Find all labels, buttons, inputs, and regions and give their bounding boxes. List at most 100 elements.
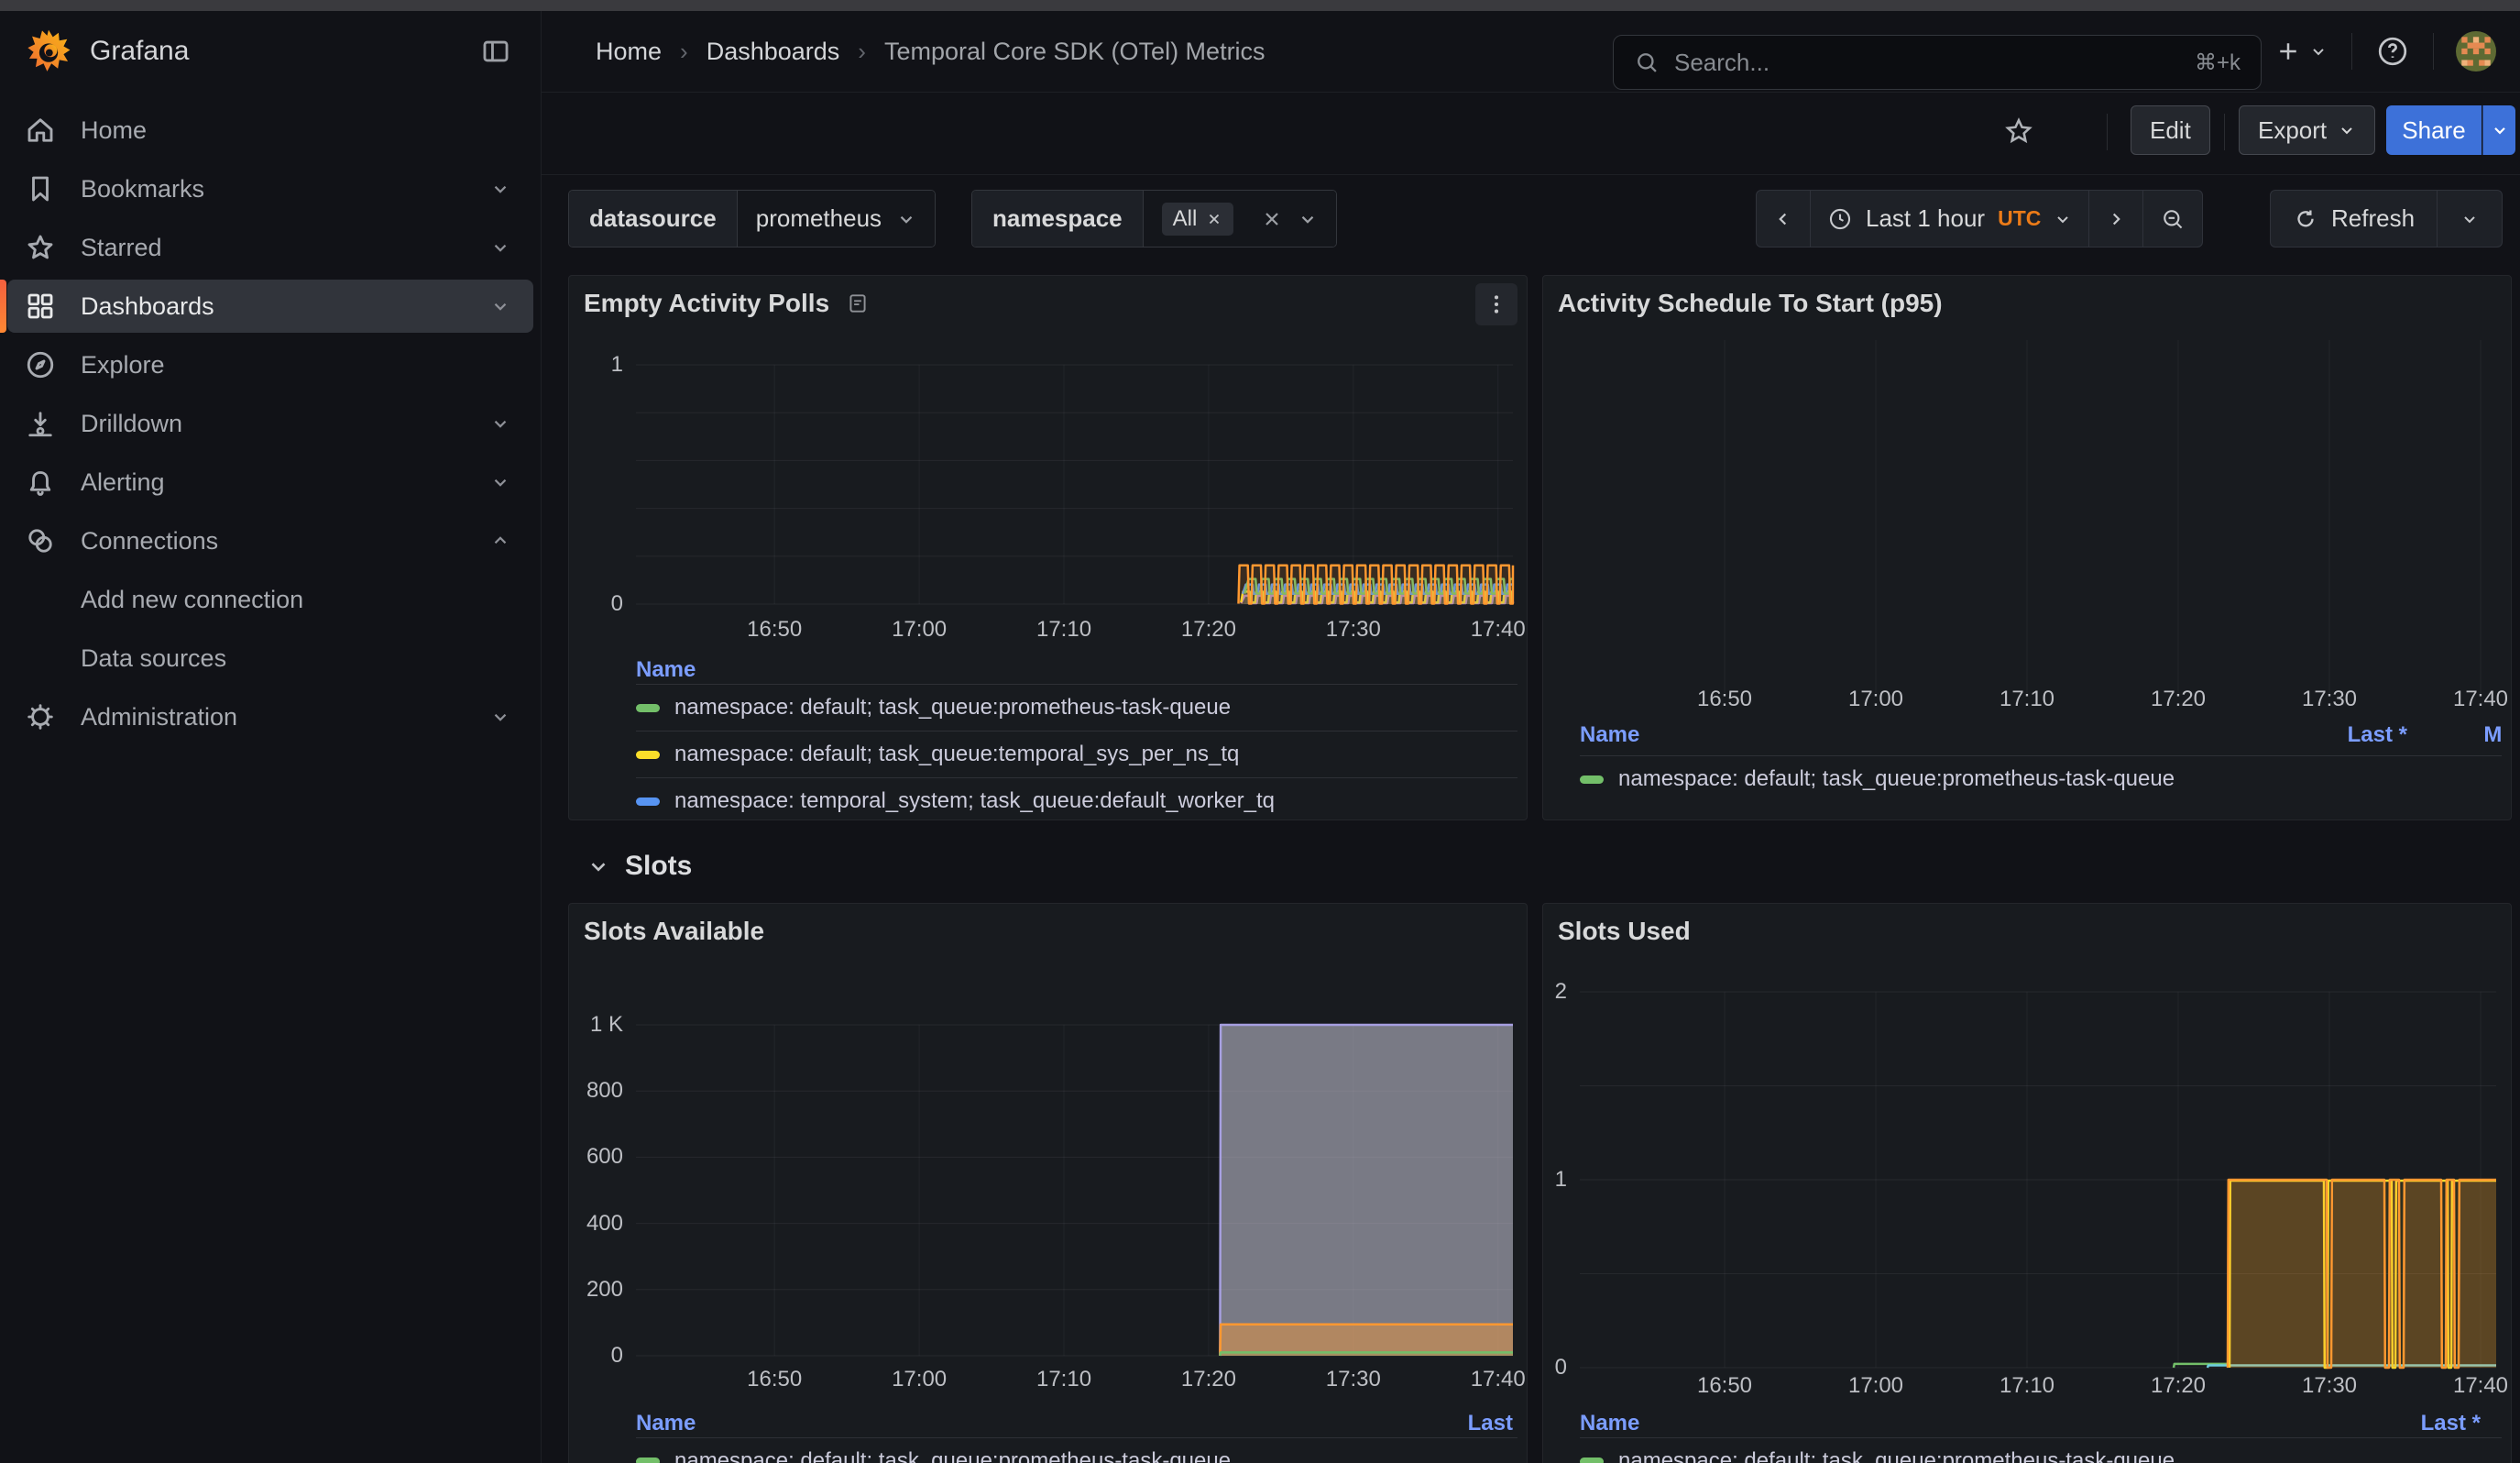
refresh-interval-button[interactable] bbox=[2438, 191, 2502, 247]
x-axis-tick: 17:20 bbox=[2128, 1373, 2229, 1399]
row-slots[interactable]: Slots bbox=[586, 851, 692, 882]
chevron-right-icon bbox=[2106, 209, 2126, 229]
share-menu-button[interactable] bbox=[2482, 105, 2515, 155]
sidebar-item-home[interactable]: Home bbox=[0, 101, 541, 160]
row-title: Slots bbox=[625, 851, 692, 882]
legend-row[interactable]: namespace: default; task_queue:temporal_… bbox=[636, 731, 1517, 777]
panel-title[interactable]: Slots Used bbox=[1558, 917, 1691, 946]
breadcrumb-item-dashboards[interactable]: Dashboards bbox=[707, 38, 840, 66]
top-navigation: Grafana Home›Dashboards›Temporal Core SD… bbox=[0, 11, 2520, 93]
legend-header-name[interactable]: Name bbox=[636, 657, 696, 683]
sidebar-item-label: Data sources bbox=[81, 644, 226, 673]
datasource-select[interactable]: prometheus bbox=[738, 191, 935, 247]
chart-canvas[interactable] bbox=[1580, 340, 2496, 693]
help-icon[interactable] bbox=[2376, 35, 2409, 68]
sidebar-item-label: Home bbox=[81, 116, 147, 145]
chevron-down-icon[interactable] bbox=[490, 472, 510, 492]
x-axis-tick: 17:00 bbox=[1825, 1373, 1926, 1399]
series-name: namespace: default; task_queue:temporal_… bbox=[674, 742, 1239, 767]
x-axis-tick: 17:20 bbox=[2128, 687, 2229, 712]
time-shift-forward-button[interactable] bbox=[2089, 191, 2143, 247]
x-axis-tick: 17:00 bbox=[1825, 687, 1926, 712]
sidebar-item-connections[interactable]: Connections bbox=[0, 512, 541, 570]
legend-header-name[interactable]: Name bbox=[636, 1411, 696, 1436]
series-color-pill bbox=[1580, 1458, 1604, 1463]
user-avatar[interactable] bbox=[2456, 31, 2496, 72]
sidebar-item-bookmarks[interactable]: Bookmarks bbox=[0, 160, 541, 218]
y-axis-tick: 1 K bbox=[568, 1012, 623, 1038]
legend-row[interactable]: namespace: default; task_queue:prometheu… bbox=[1580, 1437, 2502, 1463]
top-actions bbox=[2274, 11, 2520, 92]
sidebar-item-data-sources[interactable]: Data sources bbox=[0, 629, 541, 688]
legend-row[interactable]: namespace: default; task_queue:prometheu… bbox=[636, 684, 1517, 731]
legend-row[interactable]: namespace: temporal_system; task_queue:d… bbox=[636, 777, 1517, 820]
bookmark-icon bbox=[24, 172, 57, 205]
legend-header-last[interactable]: Last * bbox=[1381, 1411, 1517, 1436]
x-axis-tick: 17:20 bbox=[1158, 617, 1259, 643]
legend-row[interactable]: namespace: default; task_queue:prometheu… bbox=[636, 1437, 1517, 1463]
grafana-logo-icon[interactable] bbox=[26, 28, 71, 74]
search-input[interactable] bbox=[1672, 48, 2195, 78]
chevron-down-icon bbox=[2309, 42, 2328, 60]
sidebar-item-dashboards[interactable]: Dashboards bbox=[0, 277, 541, 336]
sidebar-item-starred[interactable]: Starred bbox=[0, 218, 541, 277]
add-new-button[interactable] bbox=[2274, 38, 2328, 65]
edit-button[interactable]: Edit bbox=[2131, 105, 2210, 155]
y-axis-tick: 1 bbox=[1542, 1167, 1567, 1193]
chevron-down-icon[interactable] bbox=[490, 707, 510, 727]
chevron-down-icon[interactable] bbox=[490, 413, 510, 434]
panel-title[interactable]: Empty Activity Polls bbox=[584, 289, 829, 318]
time-zoom-out-button[interactable] bbox=[2143, 191, 2202, 247]
series-name: namespace: default; task_queue:prometheu… bbox=[674, 695, 1231, 720]
section-chevron-icon bbox=[586, 854, 610, 878]
namespace-value-pill[interactable]: All bbox=[1162, 203, 1234, 236]
compass-icon bbox=[24, 348, 57, 381]
sidebar-item-drilldown[interactable]: Drilldown bbox=[0, 394, 541, 453]
search-icon bbox=[1634, 50, 1660, 75]
legend: Name Last *namespace: default; task_queue… bbox=[636, 1410, 1517, 1463]
search-bar[interactable]: ⌘+k bbox=[1613, 35, 2262, 90]
sidebar-item-label: Add new connection bbox=[81, 586, 303, 614]
refresh-button[interactable]: Refresh bbox=[2271, 191, 2438, 247]
y-axis-tick: 400 bbox=[568, 1211, 623, 1237]
series-name: namespace: default; task_queue:prometheu… bbox=[1618, 766, 2175, 792]
sidebar-item-explore[interactable]: Explore bbox=[0, 336, 541, 394]
sidebar-toggle-icon[interactable] bbox=[480, 36, 511, 67]
sidebar-item-administration[interactable]: Administration bbox=[0, 688, 541, 746]
time-range-picker[interactable]: Last 1 hour UTC bbox=[1811, 191, 2089, 247]
x-axis-tick: 16:50 bbox=[724, 617, 825, 643]
favorite-star-icon[interactable] bbox=[2003, 116, 2034, 147]
legend: Name Last * namespace: default; task_queue… bbox=[1580, 1410, 2502, 1463]
chart-canvas[interactable] bbox=[636, 1025, 1513, 1356]
panel-title[interactable]: Activity Schedule To Start (p95) bbox=[1558, 289, 1943, 318]
breadcrumb-item-home[interactable]: Home bbox=[596, 38, 662, 66]
sidebar-nav: Home BookmarksStarredDashboardsExploreDri… bbox=[0, 101, 541, 746]
namespace-select[interactable]: All bbox=[1144, 191, 1337, 247]
chart-canvas[interactable] bbox=[1580, 992, 2496, 1368]
sidebar-item-add-new-connection[interactable]: Add new connection bbox=[0, 570, 541, 629]
panel-menu-icon[interactable] bbox=[1475, 283, 1517, 325]
panel-empty-activity-polls: Empty Activity Polls 1016:5017:0017:1017… bbox=[568, 275, 1528, 820]
chevron-down-icon[interactable] bbox=[490, 179, 510, 199]
legend-row[interactable]: namespace: default; task_queue:prometheu… bbox=[1580, 755, 2502, 802]
sidebar-item-alerting[interactable]: Alerting bbox=[0, 453, 541, 512]
export-button[interactable]: Export bbox=[2239, 105, 2375, 155]
chevron-up-icon[interactable] bbox=[490, 531, 510, 551]
chevron-down-icon[interactable] bbox=[490, 237, 510, 258]
chevron-down-icon[interactable] bbox=[490, 296, 510, 316]
legend-header-last[interactable]: Last * bbox=[2334, 1411, 2481, 1436]
breadcrumb-separator: › bbox=[858, 38, 866, 66]
panel-description-icon[interactable] bbox=[846, 292, 870, 315]
legend-header-name[interactable]: Name bbox=[1580, 1411, 1639, 1436]
series-name: namespace: default; task_queue:prometheu… bbox=[1618, 1448, 2175, 1463]
legend-header-name[interactable]: Name bbox=[1580, 722, 1639, 748]
legend: NameLast *Maxnamespace: default; task_qu… bbox=[1580, 714, 2502, 820]
chart-canvas[interactable] bbox=[636, 365, 1513, 604]
legend-header-max[interactable]: Max bbox=[2380, 722, 2502, 748]
chevron-down-icon bbox=[2054, 210, 2072, 228]
time-shift-back-button[interactable] bbox=[1757, 191, 1811, 247]
share-button[interactable]: Share bbox=[2386, 105, 2482, 155]
panel-title[interactable]: Slots Available bbox=[584, 917, 764, 946]
sidebar-item-label: Alerting bbox=[81, 468, 165, 497]
y-axis-tick: 2 bbox=[1542, 979, 1567, 1005]
